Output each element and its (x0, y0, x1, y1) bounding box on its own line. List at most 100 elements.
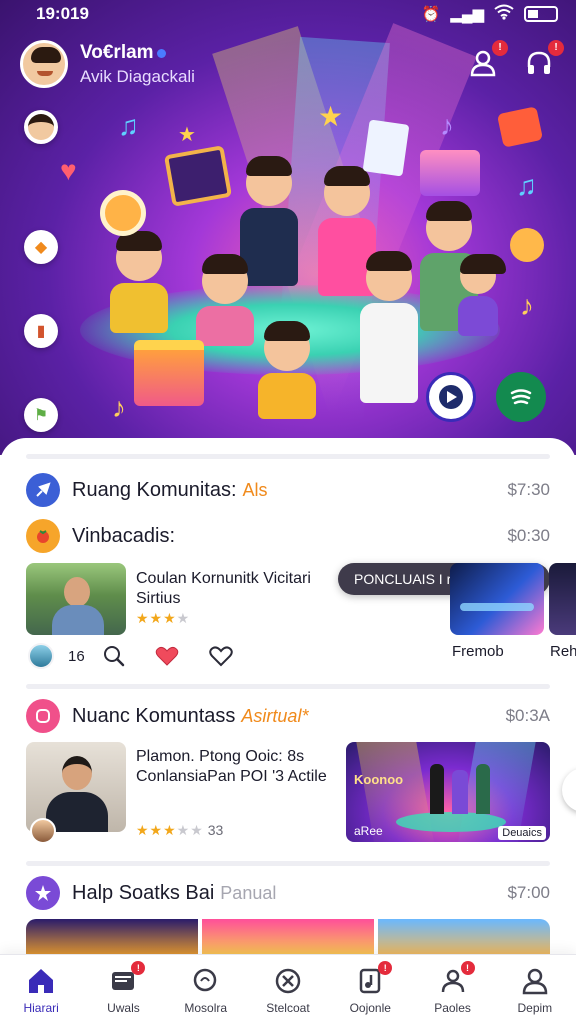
section-header[interactable]: Halp Soatks Bai Panual $7:00 (26, 875, 550, 911)
chat-icon (26, 699, 60, 733)
wifi-icon (494, 4, 514, 24)
top-actions: ! ! (466, 40, 564, 80)
flag-icon: ⚑ (33, 407, 49, 424)
card-title[interactable]: Plamon. Ptong Ooic: 8s ConlansiaPan POI … (136, 747, 336, 787)
card-thumbnail[interactable] (26, 563, 126, 635)
thumbnail-caption: Reh (550, 643, 576, 660)
section-price: $7:00 (507, 883, 550, 902)
heart-outline-icon (208, 646, 233, 667)
battery-icon (524, 6, 558, 22)
avatar[interactable] (30, 818, 56, 844)
divider (26, 684, 550, 689)
account-button[interactable]: ! (466, 40, 508, 80)
nav-label: Uwals (107, 1001, 140, 1015)
nav-item-inbox[interactable]: ! Uwals (88, 961, 158, 1015)
card-thumbnail-right[interactable] (549, 563, 576, 635)
nav-item-close[interactable]: Stelcoat (253, 965, 323, 1015)
divider (26, 454, 550, 459)
rating-filled: ★★★ (136, 610, 177, 626)
section-price: $0:3A (505, 706, 550, 725)
notification-badge: ! (460, 961, 475, 975)
audio-button[interactable]: ! (522, 40, 564, 80)
star-icon (26, 876, 60, 910)
section-header[interactable]: Vinbacadis: $0:30 (26, 518, 550, 554)
gift-box-icon (134, 340, 204, 406)
rail-book-button[interactable]: ▮ (24, 314, 58, 348)
rail-flag-button[interactable]: ⚑ (24, 398, 58, 432)
like-button[interactable] (155, 645, 179, 667)
section-title: Nuanc Komuntass (72, 704, 236, 727)
kid-figure (360, 251, 418, 403)
nav-item-profile[interactable]: Depim (500, 965, 570, 1015)
search-icon (103, 646, 124, 667)
status-time: 19:019 (36, 4, 89, 23)
divider (26, 861, 550, 866)
nav-item-home[interactable]: Hiarari (6, 965, 76, 1015)
play-badge-icon (100, 190, 146, 236)
section-tag: Panual (220, 882, 277, 903)
section-header[interactable]: Nuanc Komuntass Asirtual* $0:3A (26, 698, 550, 734)
carousel-next-button[interactable] (562, 768, 576, 812)
rail-avatar-button[interactable] (24, 110, 58, 144)
kid-figure (110, 231, 168, 333)
section-price: $7:30 (507, 480, 550, 499)
tomato-icon (26, 519, 60, 553)
avatar (28, 114, 54, 140)
side-rail: ◆ ▮ ⚑ (24, 110, 58, 432)
card-actions: 16 (28, 643, 233, 669)
nav-label: Depim (517, 1001, 553, 1015)
hero-bottom-curve (0, 438, 576, 455)
tag-icon: ◆ (34, 239, 48, 256)
heart-pin-icon: ♥ (60, 155, 77, 186)
kid-figure (240, 156, 298, 286)
thumbnail-label: aRee (354, 824, 383, 838)
status-bar: 19:019 ⏰ ▂▄▆ (0, 0, 576, 28)
thumbnail-strip[interactable] (26, 919, 550, 959)
star-icon: ★ (178, 124, 196, 146)
card-thumbnail-right[interactable]: Koonoo aRee Deuaics (346, 742, 550, 842)
profile-subtitle: Avik Diagackali (80, 66, 195, 86)
streaming-button[interactable] (496, 372, 546, 422)
star-icon: ★ (318, 101, 344, 132)
thumbnail-label: Koonoo (354, 772, 404, 787)
avatar[interactable] (28, 643, 54, 669)
verified-icon (156, 48, 166, 58)
rating-empty: ★★ (176, 822, 204, 838)
media-button[interactable] (426, 372, 476, 422)
thumbnail-caption: Fremob (452, 643, 504, 660)
ticket-icon (496, 106, 544, 148)
nav-item-music[interactable]: ! Oojonle (335, 961, 405, 1015)
profile-name: Vo€rlam (80, 41, 154, 63)
nav-label: Mosolra (184, 1001, 228, 1015)
document-icon (362, 119, 410, 177)
section-title: Halp Soatks Bai (72, 881, 215, 904)
avatar[interactable] (20, 40, 68, 88)
gift-box-icon (420, 150, 480, 196)
notification-badge: ! (492, 40, 508, 56)
nav-item-people[interactable]: ! Paoles (418, 961, 488, 1015)
nav-label: Paoles (434, 1001, 471, 1015)
photo-frame-icon (163, 145, 233, 207)
nav-label: Hiarari (23, 1001, 59, 1015)
card-title[interactable]: Coulan Kornunitk Vicitari Sirtius (136, 569, 346, 609)
favorite-button[interactable] (208, 645, 233, 667)
hero-banner[interactable]: ♫ ★ ★ ♪ ♫ ♪ ♪ ♥ 19:019 ⏰ ▂▄▆ Vo€rlam Avi… (0, 0, 576, 455)
card-thumbnail-right[interactable] (450, 563, 544, 635)
strip-thumbnail[interactable] (202, 919, 374, 959)
kid-figure (196, 254, 254, 346)
strip-thumbnail[interactable] (378, 919, 550, 959)
user-profile[interactable]: Vo€rlam Avik Diagackali (20, 40, 195, 88)
section-header[interactable]: Ruang Komunitas: Als $7:30 (26, 472, 550, 508)
rating-count: 33 (207, 822, 224, 838)
search-button[interactable] (103, 645, 125, 667)
nav-item-search[interactable]: Mosolra (171, 965, 241, 1015)
rating-filled: ★★★ (136, 822, 177, 838)
notification-badge: ! (548, 40, 564, 56)
badge-icon (510, 228, 544, 262)
strip-thumbnail[interactable] (26, 919, 198, 959)
kid-figure (458, 254, 506, 336)
section-tag: Asirtual* (241, 705, 309, 726)
rail-tag-button[interactable]: ◆ (24, 230, 58, 264)
rating-stars: ★★★★★ 33 (136, 822, 223, 839)
notification-badge: ! (378, 961, 393, 975)
